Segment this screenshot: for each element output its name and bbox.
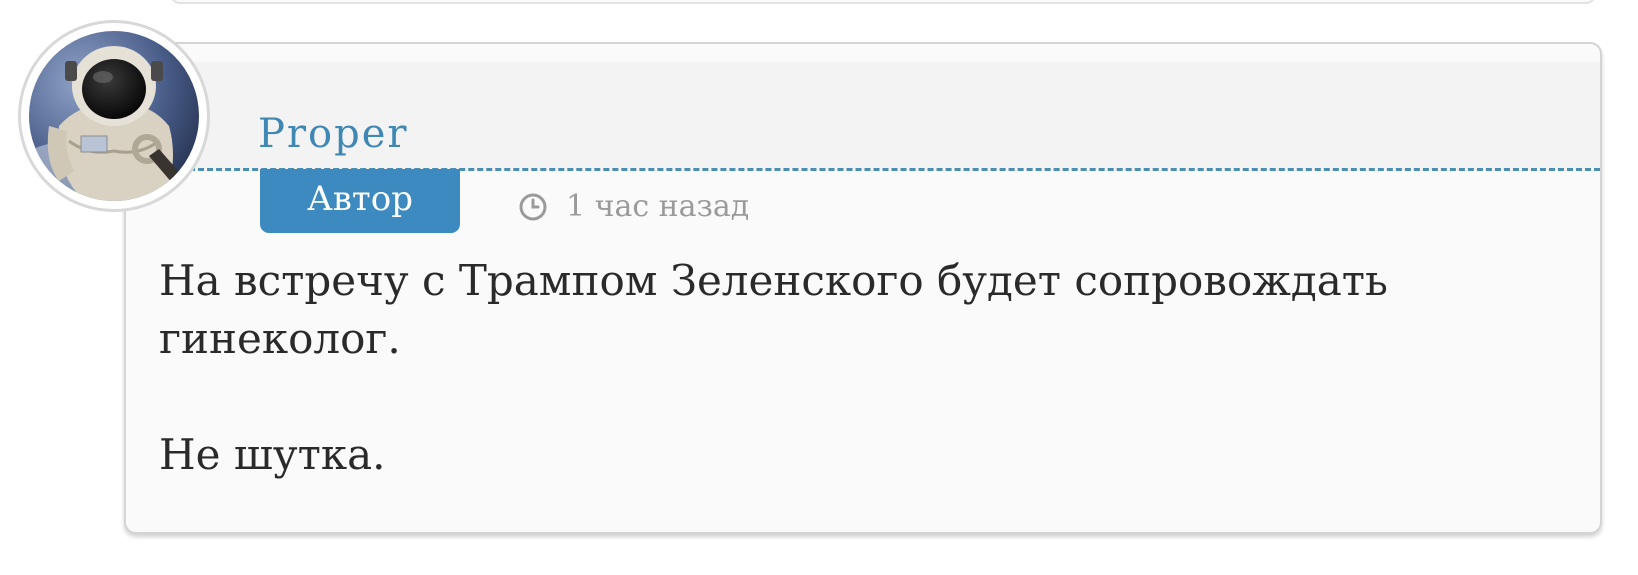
comment-body: На встречу с Трампом Зеленского будет со… — [159, 252, 1559, 532]
author-role-badge: Автор — [260, 169, 460, 233]
author-name-link[interactable]: Proper — [258, 114, 409, 154]
author-avatar[interactable] — [18, 20, 210, 212]
comment-card: Proper Автор 1 час назад На встречу с Тр… — [124, 42, 1602, 534]
astronaut-avatar-image — [29, 31, 199, 201]
comment-paragraph: Не шутка. — [159, 430, 386, 479]
comment-paragraph: На встречу с Трампом Зеленского будет со… — [159, 256, 1388, 363]
comment-header: Proper — [126, 62, 1600, 171]
comment-timestamp[interactable]: 1 час назад — [518, 192, 749, 222]
timestamp-text: 1 час назад — [566, 189, 750, 224]
previous-comment-card-edge — [170, 0, 1596, 4]
clock-icon — [518, 192, 548, 222]
